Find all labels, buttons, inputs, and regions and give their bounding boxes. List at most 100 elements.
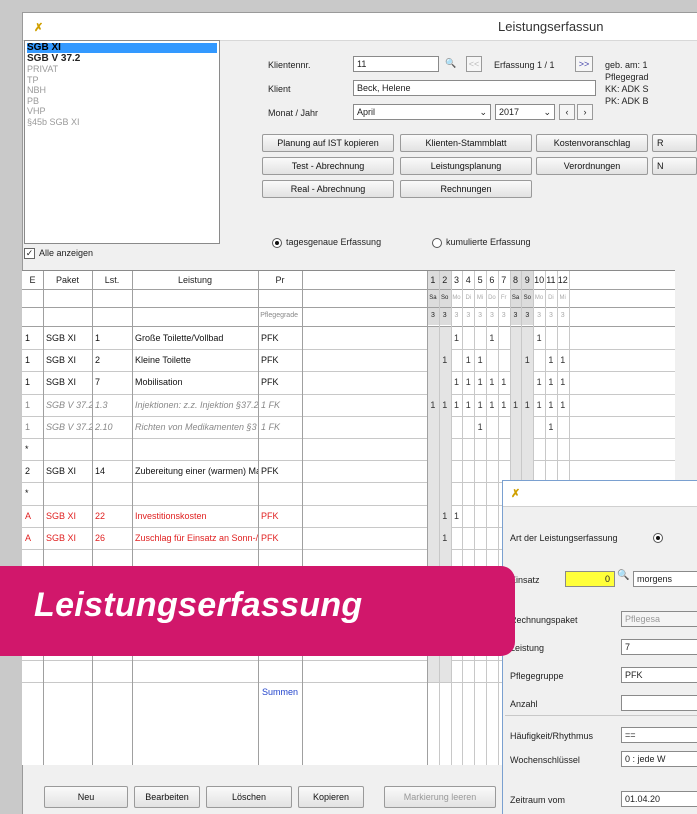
leistung-field[interactable]: 7 bbox=[621, 639, 697, 655]
row-paket: SGB XI bbox=[46, 333, 77, 343]
n-button[interactable]: N bbox=[652, 157, 697, 175]
zeitraum-field[interactable]: 01.04.20 bbox=[621, 791, 697, 807]
row-day-mark bbox=[451, 527, 463, 549]
wochenschluessel-field[interactable]: 0 : jede W bbox=[621, 751, 697, 767]
chevron-down-icon: ⌄ bbox=[479, 107, 487, 117]
wochenschluessel-label: Wochenschlüssel bbox=[510, 755, 580, 765]
leistungsplanung-button[interactable]: Leistungsplanung bbox=[400, 157, 532, 175]
real-abrechnung-button[interactable]: Real - Abrechnung bbox=[262, 180, 394, 198]
column-divider bbox=[302, 271, 303, 765]
show-all-checkbox[interactable]: ✓ bbox=[24, 248, 35, 259]
kostenvoranschlag-button[interactable]: Kostenvoranschlag bbox=[536, 134, 648, 152]
package-item[interactable]: NBH bbox=[27, 85, 46, 95]
row-day-mark bbox=[427, 504, 439, 527]
test-abrechnung-button[interactable]: Test - Abrechnung bbox=[262, 157, 394, 175]
day-weekday: So bbox=[521, 289, 534, 307]
anzahl-field[interactable] bbox=[621, 695, 697, 711]
bearbeiten-button[interactable]: Bearbeiten bbox=[134, 786, 200, 808]
day-number: 3 bbox=[450, 271, 463, 289]
rechnungen-button[interactable]: Rechnungen bbox=[400, 180, 532, 198]
next-record-button[interactable]: >> bbox=[575, 56, 593, 72]
haeufigkeit-field[interactable]: == bbox=[621, 727, 697, 743]
row-leistung: Mobilisation bbox=[135, 377, 183, 388]
package-item[interactable]: §45b SGB XI bbox=[27, 117, 80, 127]
row-day-mark bbox=[451, 660, 463, 682]
row-paket: SGB XI bbox=[46, 510, 77, 521]
pflegegrade-label: Pflegegrade bbox=[260, 312, 298, 319]
monat-select[interactable]: April ⌄ bbox=[353, 104, 491, 120]
row-lst: 7 bbox=[95, 377, 101, 388]
monat-value: April bbox=[357, 107, 376, 117]
day-grade: 3 bbox=[497, 307, 510, 325]
day-number: 11 bbox=[545, 271, 557, 289]
row-lst: 2.10 bbox=[95, 421, 113, 432]
package-item[interactable]: PB bbox=[27, 96, 39, 106]
row-day-mark bbox=[438, 482, 451, 505]
day-number: 2 bbox=[438, 271, 451, 289]
klientennr-input[interactable]: 11 bbox=[353, 56, 439, 72]
art-radio[interactable] bbox=[653, 533, 663, 543]
row-day-mark: 1 bbox=[521, 349, 534, 372]
package-item[interactable]: VHP bbox=[27, 106, 46, 116]
r-button[interactable]: R bbox=[652, 134, 697, 152]
kumuliert-radio[interactable] bbox=[432, 238, 442, 248]
month-next-button[interactable]: › bbox=[577, 104, 593, 120]
neu-button[interactable]: Neu bbox=[44, 786, 128, 808]
row-day-mark bbox=[557, 327, 569, 349]
search-icon[interactable]: 🔍 bbox=[443, 56, 459, 72]
row-day-mark bbox=[451, 460, 463, 482]
day-grade: 3 bbox=[533, 307, 545, 325]
package-list[interactable]: SGB XI SGB V 37.2 PRIVAT TP NBH PB VHP §45b SGB… bbox=[24, 40, 220, 244]
package-item[interactable]: SGB XI bbox=[27, 43, 217, 53]
jahr-value: 2017 bbox=[499, 107, 520, 117]
row-day-mark bbox=[462, 438, 474, 460]
search-icon[interactable]: 🔍 bbox=[617, 570, 629, 581]
klient-label: Klient bbox=[268, 84, 291, 94]
row-day-mark: 1 bbox=[536, 377, 542, 388]
day-divider bbox=[438, 271, 440, 765]
jahr-select[interactable]: 2017 ⌄ bbox=[495, 104, 555, 120]
verordnungen-button[interactable]: Verordnungen bbox=[536, 157, 648, 175]
row-day-mark: 1 bbox=[465, 355, 471, 366]
morgens-field[interactable]: morgens bbox=[633, 571, 697, 587]
package-item[interactable]: SGB V 37.2 bbox=[27, 53, 80, 64]
package-item[interactable]: PRIVAT bbox=[27, 64, 58, 74]
row-day-mark bbox=[509, 438, 522, 461]
planung-kopieren-button[interactable]: Planung auf IST kopieren bbox=[262, 134, 394, 152]
markierung-leeren-button[interactable]: Markierung leeren bbox=[384, 786, 496, 808]
prev-record-button[interactable]: << bbox=[466, 56, 482, 72]
row-day-mark bbox=[486, 660, 498, 682]
month-prev-button[interactable]: ‹ bbox=[559, 104, 575, 120]
row-day-mark bbox=[451, 482, 463, 504]
row-day-mark bbox=[438, 660, 451, 683]
column-header: E bbox=[29, 275, 36, 285]
row-day-mark bbox=[462, 482, 474, 504]
row-day-mark bbox=[545, 327, 557, 349]
package-item[interactable]: TP bbox=[27, 75, 39, 85]
column-header: Pr bbox=[275, 275, 285, 285]
row-leistung bbox=[132, 660, 258, 682]
row-day-mark: 1 bbox=[453, 510, 459, 521]
row-leistung: Kleine Toilette bbox=[135, 355, 191, 366]
header-divider bbox=[22, 326, 675, 327]
app-icon: ✗ bbox=[34, 22, 44, 34]
row-day-mark bbox=[533, 349, 545, 371]
row-day-mark bbox=[451, 416, 463, 438]
klient-input[interactable]: Beck, Helene bbox=[353, 80, 596, 96]
show-all-label: Alle anzeigen bbox=[39, 248, 94, 258]
row-day-mark bbox=[486, 460, 498, 482]
row-day-mark bbox=[474, 660, 486, 682]
header-divider bbox=[22, 289, 675, 290]
row-day-mark bbox=[521, 371, 534, 394]
rechnungspaket-field[interactable]: Pflegesa bbox=[621, 611, 697, 627]
kopieren-button[interactable]: Kopieren bbox=[298, 786, 364, 808]
loeschen-button[interactable]: Löschen bbox=[206, 786, 292, 808]
tagesgenau-radio[interactable] bbox=[272, 238, 282, 248]
row-day-mark: 1 bbox=[489, 377, 495, 388]
row-day-mark: 1 bbox=[477, 377, 483, 388]
column-header: Paket bbox=[55, 275, 79, 285]
stammblatt-button[interactable]: Klienten-Stammblatt bbox=[400, 134, 532, 152]
zeitraum-label: Zeitraum vom bbox=[510, 795, 566, 805]
einsatz-input[interactable]: 0 bbox=[565, 571, 615, 587]
pflegegruppe-field[interactable]: PFK bbox=[621, 667, 697, 683]
